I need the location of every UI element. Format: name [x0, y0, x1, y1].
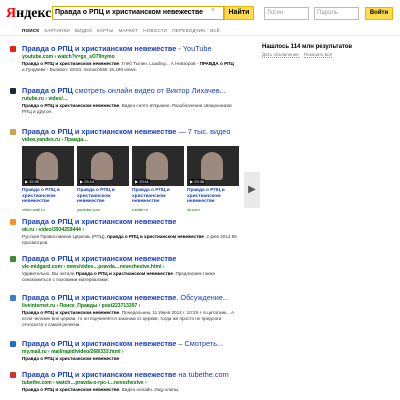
- result-url[interactable]: video.yandex.ru › Правда…: [22, 137, 88, 143]
- result-title[interactable]: Правда о РПЦ и христианском невежестве —…: [22, 127, 230, 136]
- result-snippet: Правда о РПЦ и христианском невежестве. …: [22, 103, 232, 114]
- rutube-favicon: [10, 88, 16, 94]
- video-source: video.mail.ru: [22, 207, 45, 212]
- tab-images[interactable]: КАРТИНКИ: [44, 28, 70, 33]
- video-source: youtube.com: [77, 207, 100, 212]
- search-button[interactable]: Найти: [224, 6, 254, 20]
- tubethe-favicon: [10, 372, 16, 378]
- video-thumbnail[interactable]: ▶ 23:14: [77, 146, 129, 186]
- result-title[interactable]: Правда о РПЦ и христианском невежестве. …: [22, 293, 229, 302]
- video-thumbnail[interactable]: ▶ 22:30: [22, 146, 74, 186]
- video-thumbnail[interactable]: ▶ 23:11: [132, 146, 184, 186]
- login-button[interactable]: Войти: [365, 7, 393, 20]
- video-caption[interactable]: Правда о РПЦ и христианском невежестве: [77, 188, 131, 205]
- tab-search[interactable]: ПОИСК: [22, 28, 39, 33]
- result-title[interactable]: Правда о РПЦ и христианском невежестве: [22, 217, 176, 226]
- result-url[interactable]: vle-midgard.com › news/video…pravda…neve…: [22, 264, 165, 270]
- tab-news[interactable]: НОВОСТИ: [143, 28, 167, 33]
- show-all-link[interactable]: Показать всё: [303, 52, 333, 58]
- result-snippet: Русская Православная Церковь (РПЦ), прав…: [22, 234, 237, 245]
- tab-divider: [0, 35, 400, 36]
- next-videos-button[interactable]: ▶: [244, 172, 260, 208]
- site-favicon: [10, 256, 16, 262]
- results-count: Нашлось 114 млн результатов: [262, 44, 353, 50]
- password-field[interactable]: Пароль: [314, 7, 359, 20]
- tab-market[interactable]: МАРКЕТ: [119, 28, 139, 33]
- video-source: rutube.ru: [132, 207, 149, 212]
- result-url[interactable]: youtube.com › watch?v=gx_sO79nymo: [22, 54, 115, 60]
- ad-link[interactable]: Дать объявление: [262, 52, 299, 58]
- video-caption[interactable]: Правда о РПЦ и христианском невежестве: [22, 188, 76, 205]
- yandex-logo[interactable]: Яндекс: [6, 6, 51, 22]
- youtube-favicon: [10, 46, 16, 52]
- result-title[interactable]: Правда о РПЦ и христианском невежестве н…: [22, 370, 229, 379]
- video-favicon: [10, 129, 16, 135]
- tab-translate[interactable]: ПЕРЕВОДЧИК: [172, 28, 205, 33]
- result-url[interactable]: rutube.ru › video/…: [22, 96, 68, 102]
- service-tabs: ПОИСК КАРТИНКИ ВИДЕО КАРТЫ МАРКЕТ НОВОСТИ ПЕРЕ…: [22, 28, 225, 33]
- mail-favicon: [10, 341, 16, 347]
- result-url[interactable]: my.mail.ru › mail/rapid/video/268/333.ht…: [22, 349, 124, 355]
- liveinternet-favicon: [10, 295, 16, 301]
- result-snippet: Правда о РПЦ и христианском невежестве. …: [22, 61, 234, 72]
- odnoklassniki-favicon: [10, 219, 16, 225]
- result-snippet: Удивительно. Вы читали Правда о РПЦ и хр…: [22, 271, 216, 282]
- video-thumbnail[interactable]: ▶ 23:36: [187, 146, 239, 186]
- result-title[interactable]: Правда о РПЦ и христианском невежестве: [22, 254, 176, 263]
- result-title[interactable]: Правда о РПЦ и христианском невежестве -…: [22, 44, 212, 53]
- result-snippet: Правда о РПЦ и христианском невежестве. …: [22, 387, 180, 392]
- chevron-right-icon: ▶: [248, 184, 256, 195]
- result-snippet: Правда о РПЦ и христианском невежестве. …: [22, 310, 235, 327]
- clear-icon[interactable]: ×: [211, 7, 215, 14]
- video-caption[interactable]: Правда о РПЦ и христианском невежестве: [187, 188, 241, 205]
- tab-maps[interactable]: КАРТЫ: [97, 28, 113, 33]
- result-title[interactable]: Правда о РПЦ смотреть онлайн видео от Ви…: [22, 86, 226, 95]
- search-input[interactable]: Правда о РПЦ и христианском невежестве: [52, 6, 224, 20]
- login-field[interactable]: Логин: [264, 7, 309, 20]
- result-title[interactable]: Правда о РПЦ и христианском невежестве –…: [22, 339, 223, 348]
- result-url[interactable]: liveinternet.ru › Поиск_Правды › post223…: [22, 303, 140, 309]
- result-url[interactable]: tubethe.com › watch…pravda-o-rpc-i…nevez…: [22, 380, 147, 386]
- result-snippet: Правда о РПЦ и христианском невежестве: [22, 356, 120, 361]
- tab-video[interactable]: ВИДЕО: [75, 28, 92, 33]
- video-source: vk.com: [187, 207, 200, 212]
- tab-all[interactable]: ВСЁ: [210, 28, 220, 33]
- ad-links: Дать объявление Показать всё: [262, 52, 337, 58]
- result-url[interactable]: ok.ru › video/3934259444 ›: [22, 227, 84, 233]
- video-caption[interactable]: Правда о РПЦ и христианском невежестве: [132, 188, 186, 205]
